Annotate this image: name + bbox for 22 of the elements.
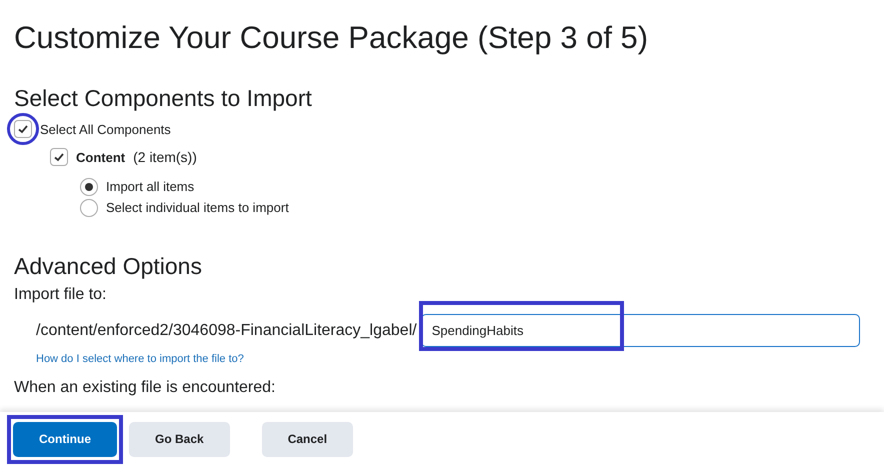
path-text: /content/enforced2/3046098-FinancialLiteracy_lgabel/ bbox=[36, 322, 417, 340]
radio-label: Select individual items to import bbox=[106, 200, 289, 215]
item-count: (2 item(s)) bbox=[133, 149, 197, 165]
check-icon bbox=[53, 151, 65, 163]
secondary-button[interactable]: Cancel bbox=[262, 422, 354, 456]
radio-button[interactable] bbox=[80, 178, 98, 196]
help-link[interactable]: How do I select where to import the file to? bbox=[36, 353, 244, 365]
checkbox-label: Content bbox=[76, 150, 126, 164]
check-icon bbox=[17, 123, 29, 135]
secondary-button[interactable]: Go Back bbox=[129, 422, 230, 456]
field-label: Import file to: bbox=[14, 286, 108, 304]
section-heading: Advanced Options bbox=[14, 252, 203, 280]
field-label: When an existing file is encountered: bbox=[14, 379, 276, 397]
checkbox-label: Select All Components bbox=[40, 122, 171, 136]
checkbox[interactable] bbox=[50, 148, 68, 166]
radio-label: Import all items bbox=[106, 179, 194, 194]
checkbox[interactable] bbox=[14, 120, 32, 138]
page-title: Customize Your Course Package (Step 3 of 5) bbox=[14, 19, 650, 56]
radio-button[interactable] bbox=[80, 198, 98, 216]
continue-button[interactable]: Continue bbox=[13, 422, 117, 456]
input-field[interactable]: SpendingHabits bbox=[420, 314, 860, 347]
section-heading: Select Components to Import bbox=[14, 84, 313, 112]
